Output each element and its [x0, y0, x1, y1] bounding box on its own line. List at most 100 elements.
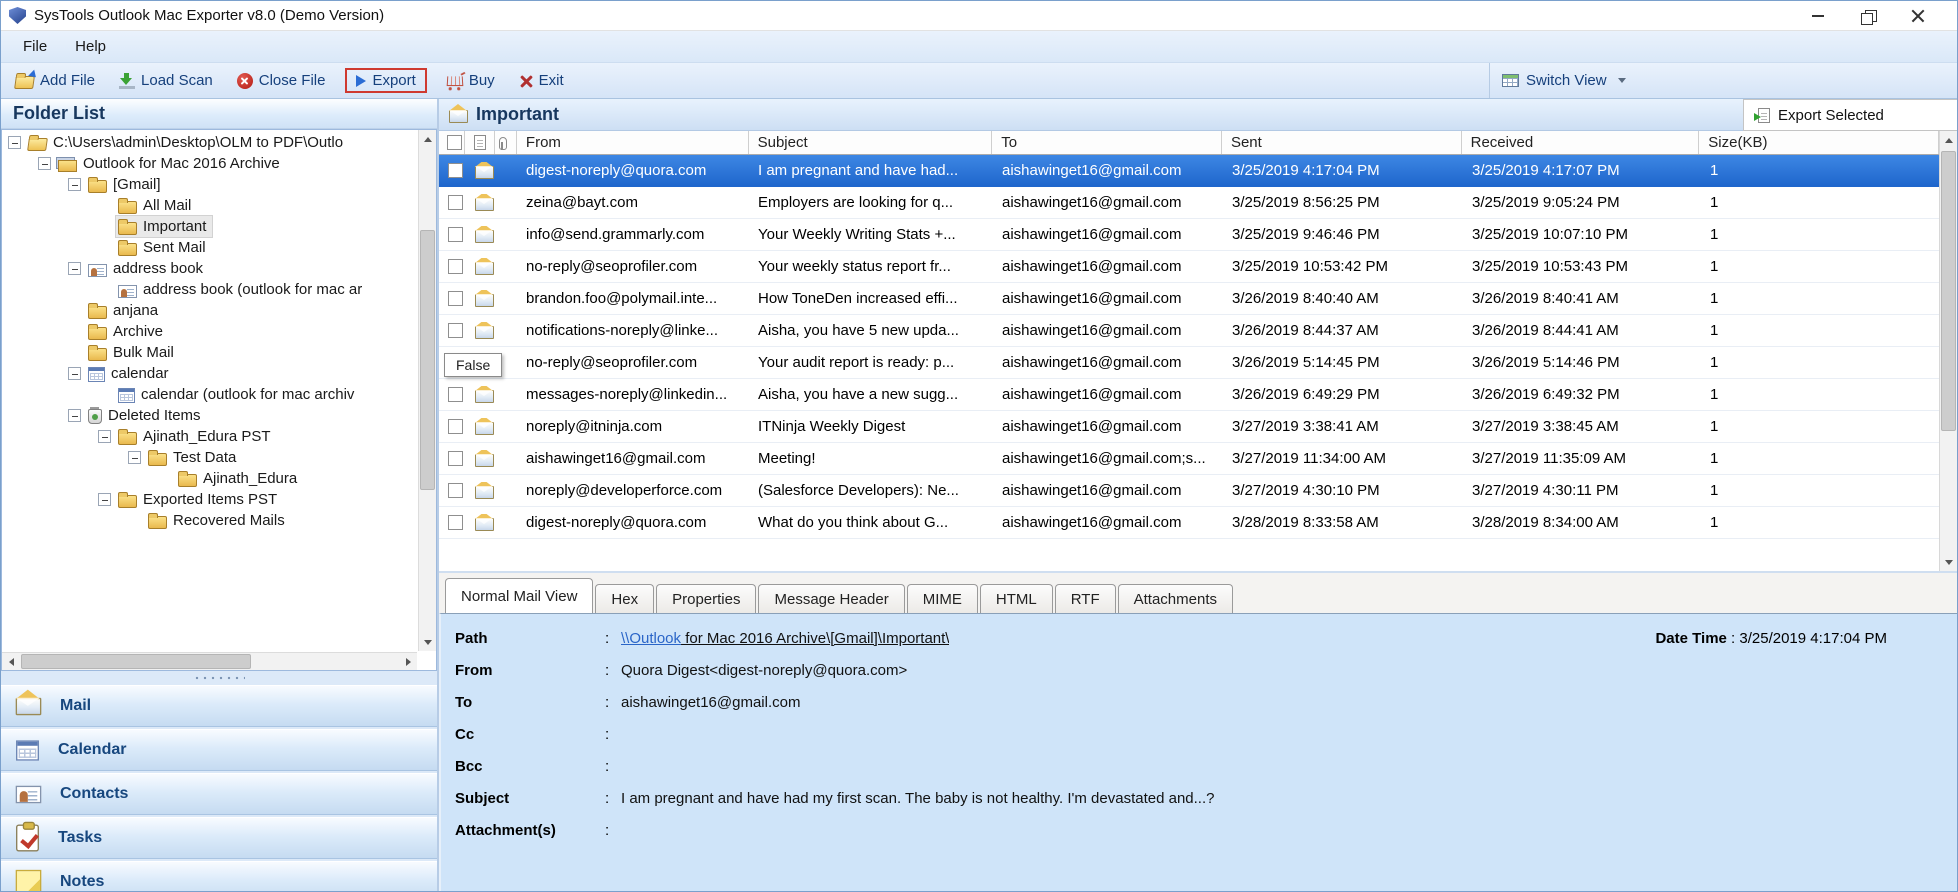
- list-vertical-scrollbar[interactable]: [1939, 131, 1957, 571]
- tab-html[interactable]: HTML: [980, 584, 1053, 613]
- scroll-right-button[interactable]: [399, 653, 417, 671]
- mail-row[interactable]: aishawinget16@gmail.comMeeting!aishawing…: [439, 443, 1939, 475]
- tree-item-c-users-admin-desktop-olm-to-p[interactable]: C:\Users\admin\Desktop\OLM to PDF\Outlo: [2, 132, 417, 153]
- nav-contacts[interactable]: Contacts: [1, 773, 437, 815]
- collapse-toggle[interactable]: [68, 178, 81, 191]
- scroll-down-button[interactable]: [1940, 553, 1957, 571]
- tree-horizontal-scrollbar-thumb[interactable]: [21, 654, 251, 669]
- row-checkbox[interactable]: [448, 515, 463, 530]
- tree-item-test-data[interactable]: Test Data: [2, 447, 417, 468]
- row-checkbox[interactable]: [448, 291, 463, 306]
- scroll-up-button[interactable]: [1940, 131, 1957, 149]
- tab-hex[interactable]: Hex: [595, 584, 654, 613]
- tab-attachments[interactable]: Attachments: [1118, 584, 1233, 613]
- tab-normal-mail-view[interactable]: Normal Mail View: [445, 578, 593, 613]
- mail-row[interactable]: messages-noreply@linkedin...Aisha, you h…: [439, 379, 1939, 411]
- mail-row[interactable]: noreply@itninja.comITNinja Weekly Digest…: [439, 411, 1939, 443]
- row-checkbox[interactable]: [448, 323, 463, 338]
- tree-item-ajinath-edura-pst[interactable]: Ajinath_Edura PST: [2, 426, 417, 447]
- column-header-to[interactable]: To: [992, 131, 1222, 154]
- collapse-toggle[interactable]: [98, 493, 111, 506]
- tree-item-deleted-items[interactable]: Deleted Items: [2, 405, 417, 426]
- minimize-button[interactable]: [1793, 3, 1843, 29]
- collapse-toggle[interactable]: [68, 409, 81, 422]
- tree-item-bulk-mail[interactable]: Bulk Mail: [2, 342, 417, 363]
- buy-button[interactable]: Buy: [443, 69, 499, 92]
- load-scan-button[interactable]: Load Scan: [115, 69, 217, 92]
- row-checkbox[interactable]: [448, 419, 463, 434]
- tree-item-ajinath-edura[interactable]: Ajinath_Edura: [2, 468, 417, 489]
- row-cell-received: 3/26/2019 8:40:41 AM: [1463, 290, 1701, 307]
- tree-vertical-scrollbar[interactable]: [418, 130, 436, 651]
- list-vertical-scrollbar-thumb[interactable]: [1941, 151, 1956, 431]
- add-file-button[interactable]: Add File: [11, 69, 99, 92]
- collapse-toggle[interactable]: [68, 367, 81, 380]
- row-checkbox[interactable]: [448, 195, 463, 210]
- row-checkbox[interactable]: [448, 483, 463, 498]
- mail-row[interactable]: zeina@bayt.comEmployers are looking for …: [439, 187, 1939, 219]
- column-header-subject[interactable]: Subject: [749, 131, 993, 154]
- panel-splitter[interactable]: [1, 671, 437, 685]
- tree-item-recovered-mails[interactable]: Recovered Mails: [2, 510, 417, 531]
- mail-row[interactable]: noreply@developerforce.com(Salesforce De…: [439, 475, 1939, 507]
- tree-item-sent-mail[interactable]: Sent Mail: [2, 237, 417, 258]
- mail-row[interactable]: digest-noreply@quora.comI am pregnant an…: [439, 155, 1939, 187]
- tree-item-calendar-outlook-for-mac-archi[interactable]: calendar (outlook for mac archiv: [2, 384, 417, 405]
- scroll-up-button[interactable]: [419, 130, 437, 148]
- tree-item-all-mail[interactable]: All Mail: [2, 195, 417, 216]
- mail-row[interactable]: no-reply@seoprofiler.comYour weekly stat…: [439, 251, 1939, 283]
- row-checkbox[interactable]: [448, 259, 463, 274]
- scroll-left-button[interactable]: [2, 653, 20, 671]
- tree-horizontal-scrollbar[interactable]: [2, 652, 417, 670]
- menu-file[interactable]: File: [23, 38, 47, 55]
- nav-tasks[interactable]: Tasks: [1, 817, 437, 859]
- tree-item-anjana[interactable]: anjana: [2, 300, 417, 321]
- collapse-toggle[interactable]: [8, 136, 21, 149]
- collapse-toggle[interactable]: [38, 157, 51, 170]
- tab-properties[interactable]: Properties: [656, 584, 756, 613]
- column-header-from[interactable]: From: [517, 131, 749, 154]
- export-selected-button[interactable]: Export Selected: [1743, 99, 1957, 131]
- tree-item-important[interactable]: Important: [2, 216, 417, 237]
- tree-item-exported-items-pst[interactable]: Exported Items PST: [2, 489, 417, 510]
- collapse-toggle[interactable]: [98, 430, 111, 443]
- tree-item-archive[interactable]: Archive: [2, 321, 417, 342]
- column-header-sent[interactable]: Sent: [1222, 131, 1462, 154]
- close-button[interactable]: [1893, 3, 1943, 29]
- tree-item-address-book-outlook-for-mac-a[interactable]: address book (outlook for mac ar: [2, 279, 417, 300]
- select-all-checkbox[interactable]: [447, 135, 462, 150]
- tab-message-header[interactable]: Message Header: [758, 584, 904, 613]
- menu-help[interactable]: Help: [75, 38, 106, 55]
- column-header-received[interactable]: Received: [1462, 131, 1700, 154]
- row-checkbox[interactable]: [448, 227, 463, 242]
- close-file-button[interactable]: Close File: [233, 69, 330, 92]
- collapse-toggle[interactable]: [68, 262, 81, 275]
- row-checkbox[interactable]: [448, 451, 463, 466]
- path-link[interactable]: \\Outlook: [621, 630, 681, 647]
- nav-notes[interactable]: Notes: [1, 861, 437, 891]
- tab-mime[interactable]: MIME: [907, 584, 978, 613]
- tree-item-address-book[interactable]: address book: [2, 258, 417, 279]
- document-column-header: [465, 131, 495, 154]
- switch-view-button[interactable]: Switch View: [1489, 63, 1957, 98]
- mail-row[interactable]: digest-noreply@quora.comWhat do you thin…: [439, 507, 1939, 539]
- export-button[interactable]: Export: [345, 68, 426, 93]
- tree-item-outlook-for-mac-2016-archive[interactable]: Outlook for Mac 2016 Archive: [2, 153, 417, 174]
- tree-vertical-scrollbar-thumb[interactable]: [420, 230, 435, 490]
- row-checkbox[interactable]: [448, 163, 463, 178]
- row-checkbox[interactable]: [448, 387, 463, 402]
- scroll-down-button[interactable]: [419, 633, 437, 651]
- restore-button[interactable]: [1843, 3, 1893, 29]
- mail-row[interactable]: info@send.grammarly.comYour Weekly Writi…: [439, 219, 1939, 251]
- nav-calendar[interactable]: Calendar: [1, 729, 437, 771]
- nav-mail[interactable]: Mail: [1, 685, 437, 727]
- mail-row[interactable]: no-reply@seoprofiler.comYour audit repor…: [439, 347, 1939, 379]
- column-header-size-kb[interactable]: Size(KB): [1699, 131, 1939, 154]
- mail-row[interactable]: notifications-noreply@linke...Aisha, you…: [439, 315, 1939, 347]
- tab-rtf[interactable]: RTF: [1055, 584, 1116, 613]
- tree-item-calendar[interactable]: calendar: [2, 363, 417, 384]
- exit-button[interactable]: Exit: [515, 69, 568, 92]
- mail-row[interactable]: brandon.foo@polymail.inte...How ToneDen …: [439, 283, 1939, 315]
- tree-item-gmail[interactable]: [Gmail]: [2, 174, 417, 195]
- collapse-toggle[interactable]: [128, 451, 141, 464]
